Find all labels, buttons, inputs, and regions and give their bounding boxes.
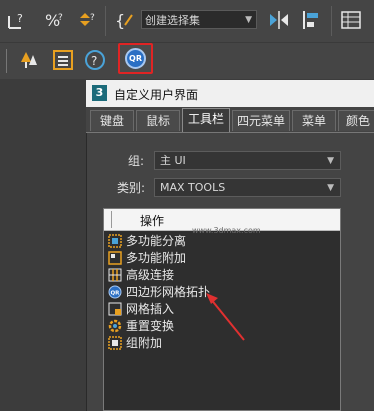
layer-icon[interactable] bbox=[52, 49, 74, 71]
svg-text:QR: QR bbox=[111, 291, 121, 297]
group-attach-icon bbox=[108, 336, 122, 350]
svg-text:?: ? bbox=[58, 13, 63, 23]
percent-snap-icon[interactable]: %? bbox=[44, 9, 66, 31]
category-value: MAX TOOLS bbox=[160, 181, 226, 194]
mesh-insert-icon bbox=[108, 302, 122, 316]
app-logo-icon: 3 bbox=[92, 85, 107, 101]
dialog-title: 自定义用户界面 bbox=[114, 88, 199, 102]
list-item[interactable]: 多功能附加 bbox=[108, 250, 328, 267]
attach-icon bbox=[108, 251, 122, 265]
chevron-down-icon: ▼ bbox=[327, 156, 334, 166]
tab-quad-menus[interactable]: 四元菜单 bbox=[232, 110, 290, 131]
chevron-down-icon: ▼ bbox=[245, 15, 252, 25]
quad-remesh-toolbar-button[interactable]: QR bbox=[118, 43, 153, 74]
tab-mouse[interactable]: 鼠标 bbox=[136, 110, 180, 131]
spinner-snap-icon[interactable]: ? bbox=[76, 9, 98, 31]
actions-column-header: 操作 bbox=[140, 214, 165, 228]
list-item-label: 多功能分离 bbox=[126, 234, 187, 248]
list-item-label: 四边形网格拓扑 bbox=[126, 285, 211, 299]
reset-xform-icon bbox=[108, 319, 122, 333]
svg-text:?: ? bbox=[91, 54, 97, 68]
scene-explorer-icon[interactable] bbox=[340, 9, 362, 31]
main-toolbar-row-1: ? %? ? { 创建选择集 ▼ bbox=[0, 0, 374, 42]
annotation-arrow-icon bbox=[206, 293, 245, 341]
column-divider bbox=[111, 211, 112, 228]
list-item-label: 网格插入 bbox=[126, 302, 175, 316]
edit-named-selection-icon[interactable]: { bbox=[113, 9, 135, 31]
category-label: 类别: bbox=[117, 181, 146, 195]
list-item[interactable]: 高级连接 bbox=[108, 267, 328, 284]
category-dropdown[interactable]: MAX TOOLS ▼ bbox=[154, 178, 341, 197]
selection-set-text: 创建选择集 bbox=[145, 14, 200, 27]
list-item-label: 高级连接 bbox=[126, 268, 175, 282]
svg-text:?: ? bbox=[90, 13, 95, 23]
dialog-titlebar[interactable]: 3 自定义用户界面 bbox=[86, 80, 374, 107]
quad-remesh-icon: QR bbox=[125, 48, 146, 69]
group-value: 主 UI bbox=[160, 154, 186, 167]
tab-bar: 键盘 鼠标 工具栏 四元菜单 菜单 颜色 bbox=[86, 107, 374, 133]
group-dropdown[interactable]: 主 UI ▼ bbox=[154, 151, 341, 170]
connect-icon bbox=[108, 268, 122, 282]
list-item-label: 组附加 bbox=[126, 336, 163, 350]
tab-colors[interactable]: 颜色 bbox=[338, 110, 374, 131]
snap-2-5d-icon[interactable]: ? bbox=[6, 9, 28, 31]
tab-menus[interactable]: 菜单 bbox=[292, 110, 336, 131]
named-selection-set-combo[interactable]: 创建选择集 ▼ bbox=[141, 10, 257, 29]
list-item[interactable]: 多功能分离 bbox=[108, 233, 328, 250]
chevron-down-icon: ▼ bbox=[327, 183, 334, 193]
detach-icon bbox=[108, 234, 122, 248]
toolbar-separator bbox=[105, 6, 106, 36]
toolbar-separator bbox=[6, 49, 7, 73]
group-label: 组: bbox=[128, 154, 145, 168]
svg-text:?: ? bbox=[17, 12, 23, 25]
svg-text:{: { bbox=[115, 11, 125, 30]
list-item-label: 重置变换 bbox=[126, 319, 175, 333]
tab-keyboard[interactable]: 键盘 bbox=[90, 110, 134, 131]
quad-remesh-icon: QR bbox=[108, 285, 122, 299]
toolbar-separator bbox=[331, 6, 332, 36]
align-icon[interactable] bbox=[300, 9, 322, 31]
main-toolbar-row-2: ? bbox=[0, 42, 374, 79]
mirror-icon[interactable] bbox=[268, 9, 290, 31]
list-item-label: 多功能附加 bbox=[126, 251, 187, 265]
help-icon[interactable]: ? bbox=[84, 49, 106, 71]
tab-toolbars[interactable]: 工具栏 bbox=[182, 108, 230, 132]
tree-icon[interactable] bbox=[18, 49, 40, 71]
